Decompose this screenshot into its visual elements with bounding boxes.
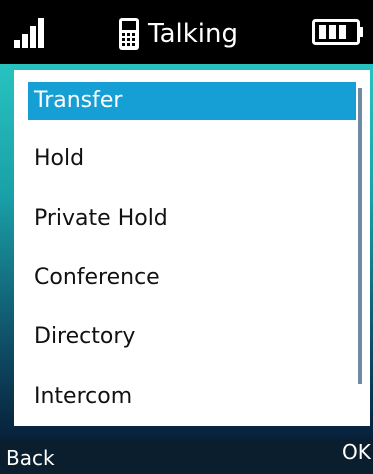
menu-item-directory[interactable]: Directory: [28, 318, 356, 356]
status-bar: Talking: [0, 0, 373, 64]
call-status: Talking: [116, 14, 238, 54]
ok-softkey[interactable]: OK: [342, 440, 371, 464]
menu-item-intercom[interactable]: Intercom: [28, 378, 356, 416]
menu-item-conference[interactable]: Conference: [28, 259, 356, 297]
menu-item-private-hold[interactable]: Private Hold: [28, 200, 356, 238]
menu-item-hold[interactable]: Hold: [28, 140, 356, 178]
screen-title: Talking: [148, 19, 238, 49]
phone-screen: Talking Transfer Hold Private Hold Confe…: [0, 0, 373, 474]
battery-icon: [312, 19, 363, 45]
handset-icon: [119, 18, 139, 50]
menu-scrollbar[interactable]: [358, 88, 362, 384]
signal-strength-icon: [14, 18, 46, 48]
call-options-menu: Transfer Hold Private Hold Conference Di…: [14, 70, 370, 426]
back-softkey[interactable]: Back: [6, 446, 55, 470]
softkey-bar: Back OK: [0, 440, 373, 474]
menu-item-transfer[interactable]: Transfer: [28, 82, 356, 120]
